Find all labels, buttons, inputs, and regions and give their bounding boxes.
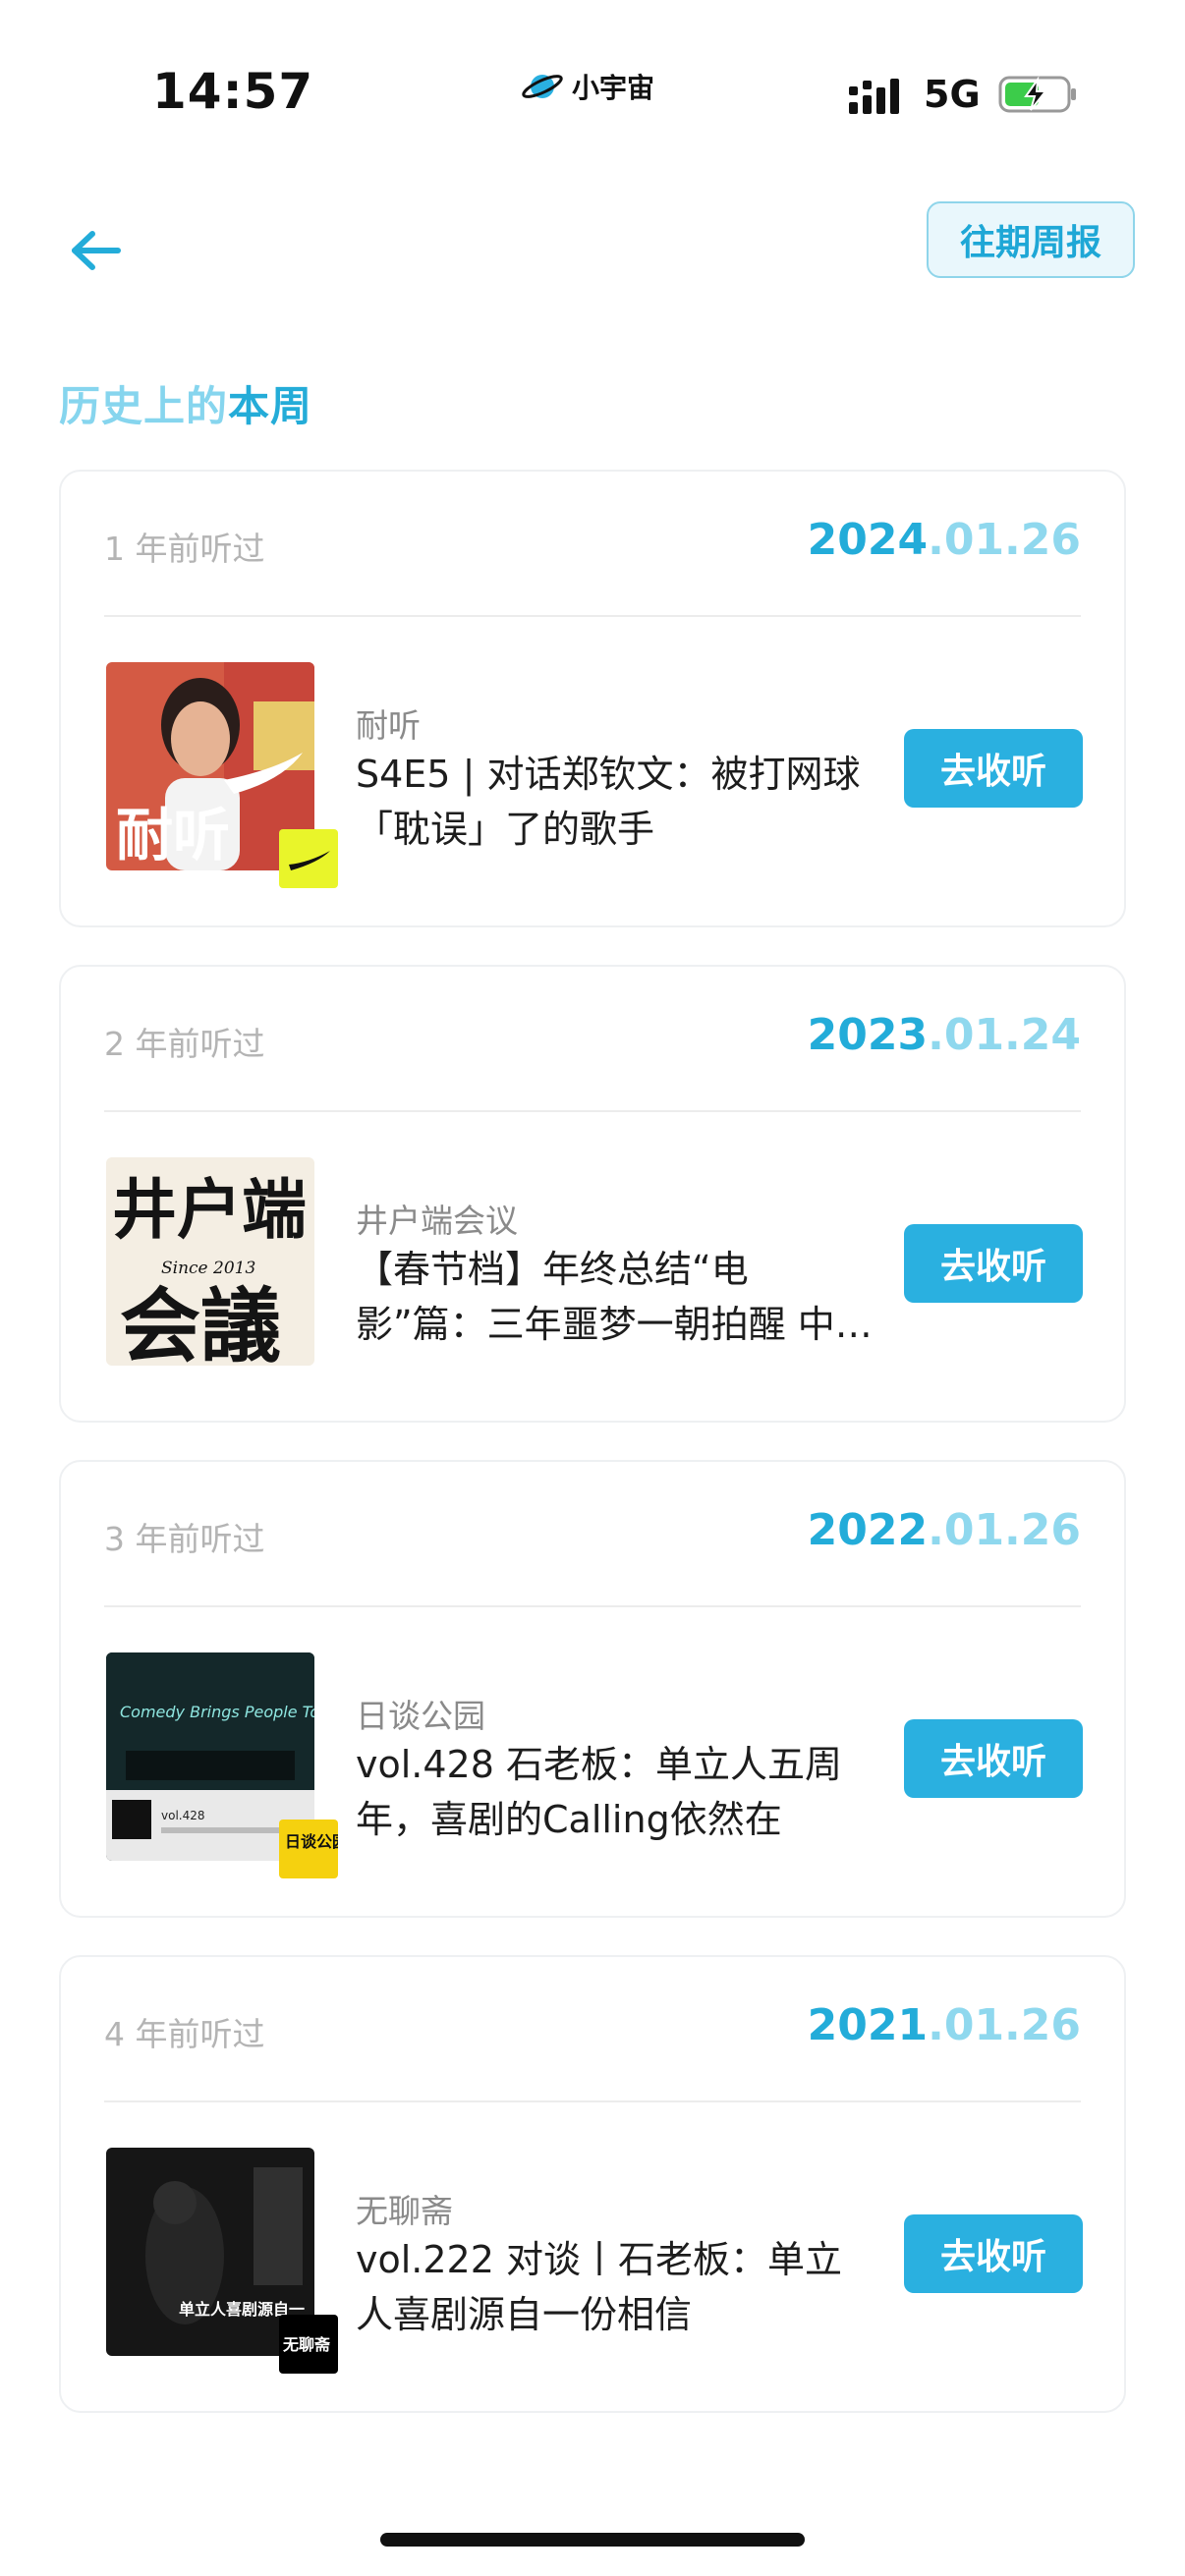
cover-neon: Comedy Brings People Together xyxy=(120,1703,314,1721)
svg-text:vol.428: vol.428 xyxy=(161,1809,205,1822)
arrow-left-icon[interactable] xyxy=(67,226,126,275)
battery-charging-icon xyxy=(998,76,1076,113)
history-card[interactable]: 3 年前听过 2022.01.26 Comedy Brings People T… xyxy=(59,1460,1126,1918)
date-year: 2024 xyxy=(807,515,929,565)
card-divider xyxy=(104,615,1081,617)
listened-ago: 3 年前听过 xyxy=(104,1520,265,1558)
episode-title[interactable]: S4E5 | 对话郑钦文：被打网球「耽误」了的歌手 xyxy=(356,747,876,857)
home-indicator[interactable] xyxy=(380,2533,805,2547)
date-month-day: .01.26 xyxy=(928,515,1081,565)
listen-button[interactable]: 去收听 xyxy=(904,1719,1083,1798)
listened-ago: 2 年前听过 xyxy=(104,1025,265,1063)
date-month-day: .01.26 xyxy=(928,2000,1081,2050)
date-month-day: .01.24 xyxy=(928,1010,1081,1060)
episode-cover[interactable]: 井户端 Since 2013 会議 xyxy=(106,1157,314,1366)
status-time: 14:57 xyxy=(152,63,314,120)
section-title-highlight: 本周 xyxy=(228,382,313,430)
podcast-badge: 日谈公园 xyxy=(279,1820,338,1878)
listened-date: 2021.01.26 xyxy=(808,2000,1081,2050)
cover-text: 耐听 xyxy=(116,802,230,868)
date-year: 2021 xyxy=(807,2000,929,2050)
listen-button[interactable]: 去收听 xyxy=(904,2214,1083,2293)
episode-title[interactable]: 【春节档】年终总结“电影”篇：三年噩梦一朝拍醒 中… xyxy=(356,1242,876,1352)
history-card[interactable]: 4 年前听过 2021.01.26 单立人喜剧源自一 无聊斋 无聊斋 vol.2… xyxy=(59,1955,1126,2413)
status-bar: 14:57 小宇宙 5G xyxy=(0,0,1185,187)
history-card[interactable]: 1 年前听过 2024.01.26 耐听 耐听 S4E5 | 对话郑钦文：被打网… xyxy=(59,470,1126,927)
cover-since: Since 2013 xyxy=(161,1259,255,1278)
past-weekly-button[interactable]: 往期周报 xyxy=(927,201,1135,278)
card-divider xyxy=(104,2100,1081,2102)
listened-ago: 4 年前听过 xyxy=(104,2015,265,2053)
listen-button[interactable]: 去收听 xyxy=(904,729,1083,808)
listened-date: 2023.01.24 xyxy=(808,1010,1081,1060)
cover-line1: 井户端 xyxy=(112,1171,307,1248)
signal-icon xyxy=(849,79,899,114)
podcast-name: 耐听 xyxy=(356,706,421,745)
history-card[interactable]: 2 年前听过 2023.01.24 井户端 Since 2013 会議 井户端会… xyxy=(59,965,1126,1423)
history-card-list: 1 年前听过 2024.01.26 耐听 耐听 S4E5 | 对话郑钦文：被打网… xyxy=(59,470,1126,2450)
cover-line2: 会議 xyxy=(120,1279,281,1366)
date-year: 2022 xyxy=(807,1505,929,1555)
podcast-name: 无聊斋 xyxy=(356,2192,453,2230)
section-title: 历史上的本周 xyxy=(59,373,312,433)
date-year: 2023 xyxy=(807,1010,929,1060)
cover-logo: 日谈公园 xyxy=(285,1832,338,1851)
listen-button[interactable]: 去收听 xyxy=(904,1224,1083,1303)
listened-date: 2022.01.26 xyxy=(808,1505,1081,1555)
network-type: 5G xyxy=(924,73,981,116)
podcast-badge: 无聊斋 xyxy=(279,2315,338,2374)
top-navigation-bar: 往期周报 xyxy=(0,187,1185,314)
app-brand: 小宇宙 xyxy=(521,67,654,106)
card-divider xyxy=(104,1110,1081,1112)
listened-ago: 1 年前听过 xyxy=(104,530,265,568)
card-divider xyxy=(104,1605,1081,1607)
episode-title[interactable]: vol.428 石老板：单立人五周年，喜剧的Calling依然在 xyxy=(356,1737,876,1847)
date-month-day: .01.26 xyxy=(928,1505,1081,1555)
cover-logo: 无聊斋 xyxy=(282,2335,331,2354)
episode-title[interactable]: vol.222 对谈丨石老板：单立人喜剧源自一份相信 xyxy=(356,2232,876,2342)
listened-date: 2024.01.26 xyxy=(808,515,1081,565)
podcast-badge xyxy=(279,829,338,888)
planet-logo-icon xyxy=(522,75,563,98)
podcast-name: 井户端会议 xyxy=(356,1202,518,1240)
app-brand-name: 小宇宙 xyxy=(572,72,655,104)
section-title-prefix: 历史上的 xyxy=(59,382,229,430)
podcast-name: 日谈公园 xyxy=(356,1697,485,1735)
